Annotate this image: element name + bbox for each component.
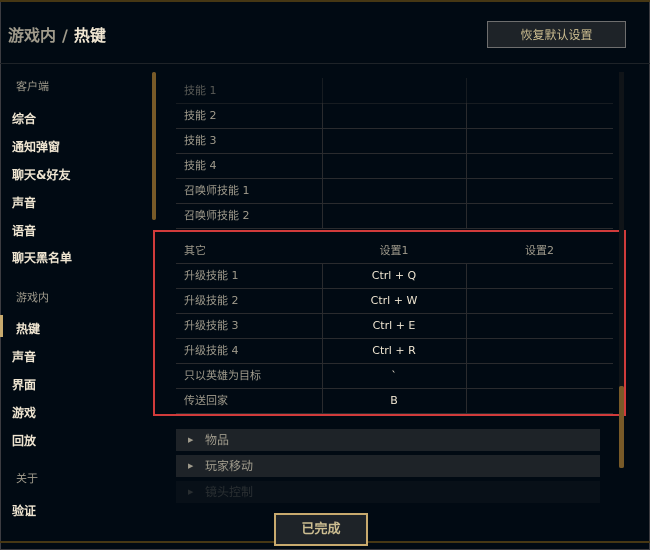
hotkey-action-label: 技能 2 (184, 109, 217, 122)
sidebar-item-interface[interactable]: 界面 (12, 376, 36, 393)
hotkey-slot-1[interactable]: Ctrl + R (322, 338, 466, 363)
column-header-category: 其它 (184, 244, 206, 257)
column-divider (322, 203, 323, 228)
table-row: 只以英雄为目标 ` (176, 363, 613, 389)
table-row[interactable]: 召唤师技能 2 (176, 203, 613, 229)
hotkey-slot-2[interactable] (466, 313, 613, 338)
page-title: 热键 (73, 26, 106, 45)
sidebar-item-sound-ingame[interactable]: 声音 (12, 348, 36, 365)
hotkey-action-label: 技能 4 (184, 159, 217, 172)
hotkey-action-label: 只以英雄为目标 (184, 369, 261, 382)
hotkey-slot-2[interactable] (466, 363, 613, 388)
breadcrumb-parent: 游戏内 (8, 26, 57, 45)
table-row[interactable]: 技能 1 (176, 78, 613, 104)
hotkey-action-label: 召唤师技能 1 (184, 184, 250, 197)
hotkey-action-label: 技能 3 (184, 134, 217, 147)
done-button[interactable]: 已完成 (274, 513, 368, 546)
column-divider (322, 78, 323, 103)
group-camera-control[interactable]: ▶ 镜头控制 (176, 481, 600, 503)
expand-arrow-icon: ▶ (188, 488, 194, 496)
column-divider (322, 103, 323, 128)
content-scroll-rail (152, 72, 156, 220)
sidebar-section-ingame: 游戏内 (16, 291, 49, 304)
column-divider (466, 78, 467, 103)
table-row: 升级技能 4 Ctrl + R (176, 338, 613, 364)
table-row: 升级技能 1 Ctrl + Q (176, 263, 613, 289)
sidebar-item-notifications[interactable]: 通知弹窗 (12, 138, 60, 155)
sidebar-section-about: 关于 (16, 472, 38, 485)
table-row[interactable]: 技能 3 (176, 128, 613, 154)
header-divider (0, 63, 650, 64)
column-header-setting1: 设置1 (379, 244, 409, 257)
breadcrumb: 游戏内 / 热键 (8, 22, 106, 46)
top-border (0, 0, 650, 2)
hotkey-slot-1[interactable]: Ctrl + W (322, 288, 466, 313)
sidebar-active-indicator (0, 315, 3, 337)
table-row[interactable]: 技能 2 (176, 103, 613, 129)
expand-arrow-icon: ▶ (188, 462, 194, 470)
hotkey-action-label: 升级技能 4 (184, 344, 239, 357)
reset-defaults-button[interactable]: 恢复默认设置 (487, 21, 626, 48)
sidebar-item-hotkeys[interactable]: 热键 (16, 320, 40, 337)
sidebar-item-sound-client[interactable]: 声音 (12, 194, 36, 211)
table-header-row: 其它 设置1 设置2 (176, 238, 613, 264)
column-header-setting2: 设置2 (525, 244, 554, 257)
breadcrumb-separator: / (62, 26, 68, 45)
sidebar-item-chat-blocklist[interactable]: 聊天黑名单 (12, 249, 72, 266)
sidebar-item-replays[interactable]: 回放 (12, 432, 36, 449)
table-row: 升级技能 3 Ctrl + E (176, 313, 613, 339)
column-divider (322, 178, 323, 203)
table-row: 传送回家 B (176, 388, 613, 414)
column-divider (466, 103, 467, 128)
sidebar-section-client: 客户端 (16, 80, 49, 93)
sidebar-item-voice[interactable]: 语音 (12, 222, 36, 239)
group-items[interactable]: ▶ 物品 (176, 429, 600, 451)
hotkey-action-label: 传送回家 (184, 394, 228, 407)
hotkey-action-label: 升级技能 3 (184, 319, 239, 332)
column-divider (466, 203, 467, 228)
table-row: 升级技能 2 Ctrl + W (176, 288, 613, 314)
hotkey-action-label: 升级技能 1 (184, 269, 239, 282)
hotkey-slot-1[interactable]: Ctrl + E (322, 313, 466, 338)
expand-arrow-icon: ▶ (188, 436, 194, 444)
column-divider (466, 128, 467, 153)
group-label: 玩家移动 (205, 459, 254, 473)
sidebar-item-game[interactable]: 游戏 (12, 404, 36, 421)
table-row[interactable]: 召唤师技能 1 (176, 178, 613, 204)
column-divider (466, 178, 467, 203)
hotkey-slot-2[interactable] (466, 288, 613, 313)
hotkey-slot-2[interactable] (466, 263, 613, 288)
sidebar-item-general[interactable]: 综合 (12, 110, 36, 127)
hotkey-action-label: 升级技能 2 (184, 294, 239, 307)
scrollbar-thumb[interactable] (619, 386, 624, 468)
sidebar-item-chat-friends[interactable]: 聊天&好友 (12, 166, 70, 183)
sidebar-item-verification[interactable]: 验证 (12, 502, 36, 519)
group-player-movement[interactable]: ▶ 玩家移动 (176, 455, 600, 477)
hotkey-slot-1[interactable]: ` (322, 363, 466, 388)
group-label: 物品 (205, 433, 230, 447)
table-row[interactable]: 技能 4 (176, 153, 613, 179)
hotkey-slot-2[interactable] (466, 388, 613, 413)
hotkey-action-label: 召唤师技能 2 (184, 209, 250, 222)
hotkey-action-label: 技能 1 (184, 84, 217, 97)
column-divider (322, 153, 323, 178)
column-divider (466, 153, 467, 178)
hotkey-slot-2[interactable] (466, 338, 613, 363)
group-label: 镜头控制 (205, 485, 254, 499)
hotkey-slot-1[interactable]: Ctrl + Q (322, 263, 466, 288)
column-divider (322, 128, 323, 153)
hotkey-slot-1[interactable]: B (322, 388, 466, 413)
